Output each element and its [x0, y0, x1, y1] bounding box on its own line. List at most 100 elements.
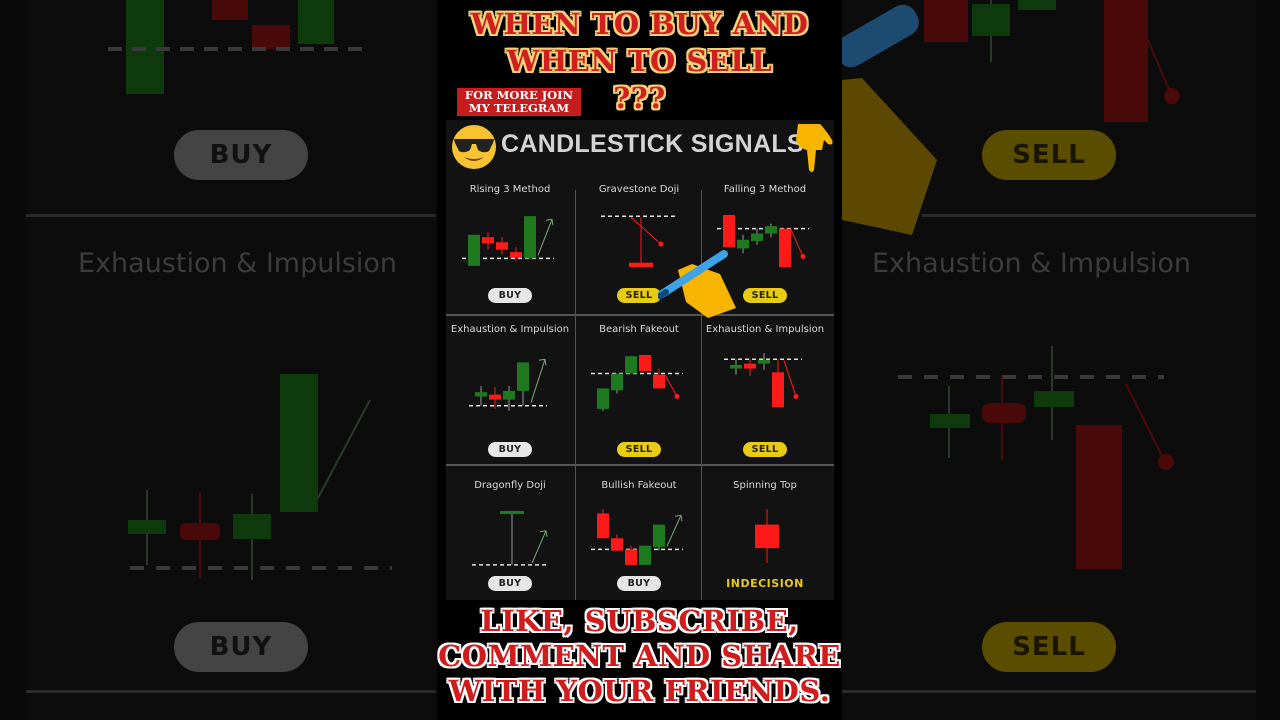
- ghost-candle-bull: [930, 414, 970, 428]
- bearish-candle: [755, 524, 779, 549]
- background-right-panel: SELL Exhaustion & Impulsion SELL: [842, 0, 1280, 720]
- ghost-arrow: [1147, 39, 1171, 93]
- ghost-divider: [842, 690, 1256, 693]
- up-arrow-line: [537, 219, 553, 256]
- headline-bottom-line: COMMENT AND SHARE: [438, 639, 841, 673]
- bullish-candle: [737, 239, 749, 249]
- up-arrow-head: [538, 358, 547, 366]
- bearish-candle: [489, 394, 501, 400]
- pattern-cell: Rising 3 Method BUY: [446, 180, 574, 314]
- bullish-candle: [503, 390, 515, 400]
- bullish-candle: [517, 362, 529, 391]
- background-left-panel: BUY Exhaustion & Impulsion BUY: [0, 0, 437, 720]
- signal-buy-badge: BUY: [488, 576, 532, 591]
- pattern-cell: Spinning Top INDECISION: [701, 464, 829, 600]
- bearish-candle: [482, 237, 494, 244]
- bullish-candle: [653, 524, 665, 547]
- ghost-candle-bull: [233, 514, 271, 539]
- pattern-cell: Bullish Fakeout BUY: [575, 464, 703, 600]
- bearish-candle: [611, 538, 623, 551]
- pattern-grid: Rising 3 Method BUY Gravestone Doji SELL Fal…: [446, 180, 834, 600]
- pattern-title: Exhaustion & Impulsion: [705, 324, 825, 335]
- down-arrow-dot: [793, 394, 799, 399]
- ghost-buy-pill: BUY: [174, 130, 308, 180]
- pattern-chart: [462, 216, 554, 266]
- bullish-candle: [765, 226, 777, 234]
- bullish-candle: [500, 510, 524, 515]
- bearish-candle: [723, 214, 735, 248]
- bearish-candle: [639, 354, 651, 372]
- bearish-candle: [597, 513, 609, 539]
- ghost-candle-bear: [1104, 0, 1148, 122]
- telegram-note-line: MY TELEGRAM: [468, 101, 570, 115]
- bullish-candle: [475, 392, 487, 397]
- pattern-chart: [472, 510, 548, 566]
- ghost-arrow-dot: [1158, 454, 1174, 470]
- ghost-arrow-dot: [1164, 88, 1180, 104]
- down-arrow-line: [790, 229, 804, 257]
- pattern-cell: Bearish Fakeout SELL: [575, 320, 703, 464]
- bullish-candle: [751, 233, 763, 241]
- bullish-candle: [730, 364, 742, 369]
- ghost-candle-bear: [982, 403, 1026, 423]
- ghost-candle-bull: [128, 520, 166, 534]
- pattern-title: Dragonfly Doji: [474, 480, 546, 491]
- grid-row-divider: [446, 314, 834, 316]
- signal-buy-badge: BUY: [488, 288, 532, 303]
- bearish-candle: [629, 262, 653, 268]
- pattern-cell: Exhaustion & Impulsion SELL: [701, 320, 829, 464]
- ghost-arrow: [1125, 383, 1165, 461]
- headline-bottom-line: LIKE, SUBSCRIBE,: [480, 604, 799, 638]
- ghost-candle-bull: [298, 0, 334, 44]
- background-right-card: SELL Exhaustion & Impulsion SELL: [842, 0, 1256, 720]
- up-arrow-line: [666, 515, 682, 547]
- center-column: WHEN TO BUY AND WHEN TO SELL ??? FOR MOR…: [437, 0, 842, 720]
- ghost-candle-bear: [212, 0, 248, 20]
- signal-sell-badge: SELL: [617, 288, 661, 303]
- headline-top-line: WHEN TO SELL: [506, 44, 773, 78]
- ghost-pattern-title: Exhaustion & Impulsion: [872, 248, 1192, 279]
- bearish-candle: [772, 372, 784, 408]
- signal-buy-badge: BUY: [488, 442, 532, 457]
- down-arrow-line: [783, 360, 797, 397]
- signal-sell-badge: SELL: [743, 442, 787, 457]
- pattern-title: Gravestone Doji: [598, 184, 680, 195]
- down-arrow-dot: [658, 241, 664, 247]
- candlestick-signals-card: CANDLESTICK SIGNALS Rising 3 Method BUY Gr…: [446, 120, 834, 600]
- pointing-down-hand-icon: [796, 124, 833, 172]
- bullish-candle: [639, 545, 651, 565]
- ghost-candle-bear: [1076, 425, 1122, 569]
- headline-bottom: LIKE, SUBSCRIBE, COMMENT AND SHARE WITH …: [437, 604, 842, 709]
- writing-hand-icon: [658, 250, 736, 318]
- bearish-candle: [653, 374, 665, 389]
- pattern-title: Falling 3 Method: [723, 184, 807, 195]
- bullish-candle: [625, 356, 637, 374]
- signal-indecision-badge: INDECISION: [726, 577, 804, 590]
- pattern-title: Rising 3 Method: [469, 184, 551, 195]
- bullish-candle: [758, 359, 770, 364]
- headline-top-line: WHEN TO BUY AND: [470, 7, 809, 41]
- down-arrow-line: [664, 374, 678, 397]
- background-right-candles: [842, 0, 1180, 569]
- pattern-cell: Dragonfly Doji BUY: [446, 464, 574, 600]
- signal-sell-badge: SELL: [617, 442, 661, 457]
- ghost-sell-pill: SELL: [982, 130, 1116, 180]
- signal-sell-badge: SELL: [743, 288, 787, 303]
- pattern-title: Bullish Fakeout: [601, 480, 677, 491]
- pattern-chart: [755, 509, 779, 564]
- bullish-candle: [524, 216, 536, 259]
- ghost-sell-pill: SELL: [982, 622, 1116, 672]
- ghost-candle-bull: [280, 374, 318, 512]
- bearish-candle: [496, 242, 508, 250]
- down-arrow-line: [630, 217, 662, 245]
- bearish-candle: [744, 363, 756, 369]
- pattern-chart: [591, 354, 683, 411]
- ghost-candle-bear: [924, 0, 968, 42]
- ghost-arrow: [317, 399, 371, 499]
- signal-buy-badge: BUY: [617, 576, 661, 591]
- ghost-candle-bull: [1034, 391, 1074, 407]
- pattern-title: Exhaustion & Impulsion: [450, 324, 570, 335]
- up-arrow-line: [531, 530, 547, 564]
- bullish-candle: [597, 388, 609, 409]
- bullish-candle: [611, 373, 623, 391]
